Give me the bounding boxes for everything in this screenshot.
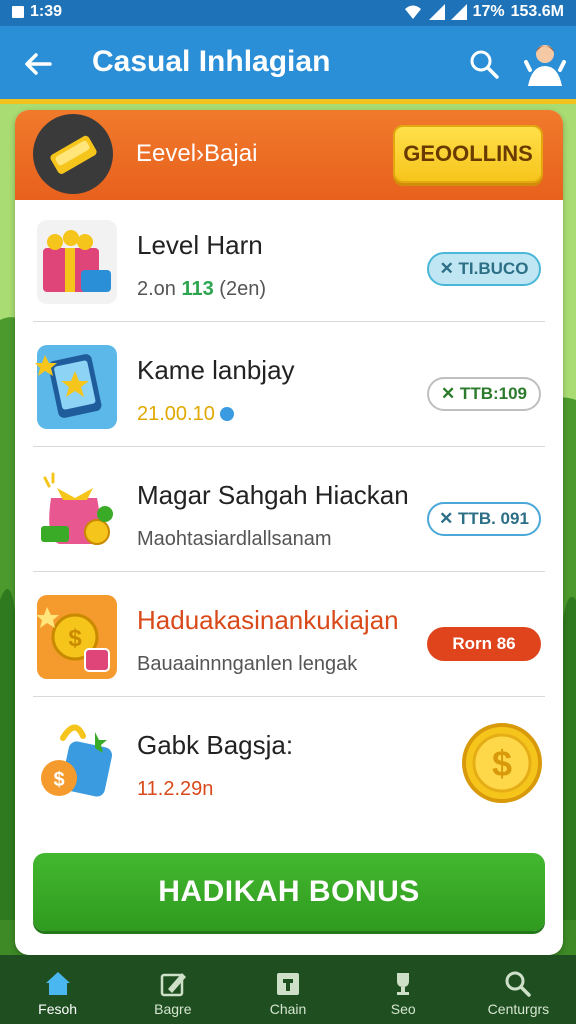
back-arrow-icon[interactable] — [22, 48, 54, 80]
nav-item-centurgrs[interactable]: Centurgrs — [461, 955, 576, 1024]
item-subtitle: 11.2.29n — [137, 778, 214, 800]
list-item[interactable]: Magar Sahgah Hiackan Maohtasiardlallsana… — [33, 450, 545, 572]
list-item[interactable]: Kame lanbjay 21.00.10 ✕ TTB:109 — [33, 325, 545, 447]
nav-label: Bagre — [154, 1001, 192, 1017]
search-icon[interactable] — [468, 48, 500, 80]
status-bar: 1:39 17% 153.6M — [0, 0, 576, 26]
nav-item-home[interactable]: Fesoh — [0, 955, 115, 1024]
edit-icon — [160, 973, 186, 997]
card-header: Eevel›Bajai GEOOLLINS — [15, 110, 563, 200]
item-subtitle-prefix: 2.on — [137, 278, 182, 300]
search-icon — [505, 971, 532, 997]
item-badge[interactable]: ✕ TTB:109 — [427, 377, 541, 411]
bonus-button[interactable]: HADIKAH BONUS — [33, 853, 545, 931]
cash-stack-icon: $ — [41, 724, 113, 797]
item-badge[interactable]: Rorn 86 — [427, 627, 541, 661]
header-title: Eevel›Bajai — [136, 140, 258, 167]
battery-percent: 17% — [472, 3, 505, 20]
item-name: Gabk Bagsja: — [137, 730, 294, 760]
list-item[interactable]: $ Gabk Bagsja: 11.2.29n $ — [33, 700, 545, 822]
item-subtitle-text: 21.00.10 — [137, 403, 215, 425]
status-time: 1:39 — [30, 3, 63, 20]
nav-item-bagre[interactable]: Bagre — [115, 955, 230, 1024]
item-subtitle: 21.00.10 — [137, 403, 235, 426]
item-badge[interactable]: ✕ TI.BUCO — [427, 252, 541, 286]
store-icon — [277, 973, 299, 995]
coins-icon: $ — [36, 595, 117, 679]
item-subtitle: Maohtasiardlallsanam — [137, 528, 332, 550]
item-subtitle: 2.on 113 (2en) — [137, 278, 266, 301]
home-icon — [45, 972, 70, 995]
list-item[interactable]: $ Haduakasinankukiajan Bauaainnnganlen l… — [33, 575, 545, 697]
gift-box-icon — [37, 220, 117, 304]
app-bar: Casual Inhlagian — [0, 26, 576, 104]
signal-icon-2 — [450, 4, 467, 20]
svg-text:$: $ — [492, 743, 512, 784]
list-item[interactable]: Level Harn 2.on 113 (2en) ✕ TI.BUCO — [33, 200, 545, 322]
svg-text:$: $ — [53, 769, 64, 791]
money-bag-icon — [41, 472, 113, 545]
nav-label: Chain — [269, 1001, 307, 1017]
item-subtitle: Bauaainnnganlen lengak — [137, 653, 358, 675]
signal-icon — [428, 4, 445, 20]
svg-text:$: $ — [68, 625, 82, 652]
nav-label: Seo — [390, 1001, 416, 1017]
nav-item-chain[interactable]: Chain — [230, 955, 345, 1024]
nav-label: Centurgrs — [487, 1001, 550, 1017]
avatar-icon[interactable] — [524, 40, 566, 90]
rewards-card: Eevel›Bajai GEOOLLINS Level Harn 2.on 11… — [15, 110, 563, 955]
verified-icon — [220, 407, 235, 421]
data-rate: 153.6M — [510, 3, 564, 20]
app-title: Casual Inhlagian — [92, 45, 331, 78]
tablet-star-icon — [35, 345, 117, 429]
gold-bar-icon — [33, 114, 113, 194]
item-name: Level Harn — [137, 230, 263, 260]
item-name: Magar Sahgah Hiackan — [137, 480, 409, 510]
item-badge[interactable]: ✕ TTB. 091 — [427, 502, 541, 536]
item-name: Kame lanbjay — [137, 355, 295, 385]
item-subtitle-suffix: (2en) — [213, 278, 266, 300]
gold-coin-icon: $ — [462, 723, 542, 803]
item-subtitle-highlight: 113 — [181, 278, 214, 300]
wifi-icon — [404, 5, 421, 19]
notification-icon — [12, 6, 24, 18]
trophy-icon — [397, 973, 410, 995]
nav-item-seo[interactable]: Seo — [346, 955, 461, 1024]
item-name: Haduakasinankukiajan — [137, 605, 399, 635]
header-action-button[interactable]: GEOOLLINS — [393, 125, 543, 183]
nav-label: Fesoh — [38, 1001, 78, 1017]
bottom-nav: Fesoh Bagre Chain Seo Centurgrs — [0, 955, 576, 1024]
